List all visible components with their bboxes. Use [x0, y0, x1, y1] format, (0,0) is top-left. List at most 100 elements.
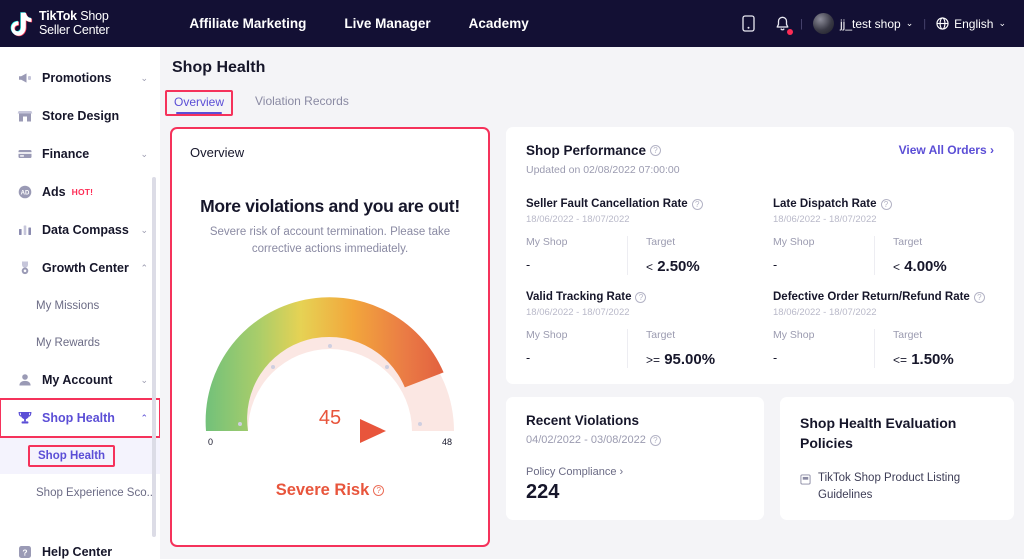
sidebar-item-growth-center[interactable]: Growth Center ⌃ — [0, 249, 160, 287]
metric-name-text: Late Dispatch Rate — [773, 198, 877, 210]
metric-late-dispatch-rate: Late Dispatch Rate? 18/06/2022 - 18/07/2… — [773, 198, 994, 275]
my-shop-value: - — [773, 258, 874, 272]
metric-values: My Shop - Target < 2.50% — [526, 236, 747, 275]
mobile-app-button[interactable] — [732, 15, 765, 32]
my-shop-value: - — [773, 351, 874, 365]
metric-name-text: Seller Fault Cancellation Rate — [526, 198, 688, 210]
shop-name-label: jj_test shop — [840, 17, 901, 31]
sidebar-item-store-design[interactable]: Store Design — [0, 97, 160, 135]
brand-line-2: Seller Center — [39, 24, 109, 38]
sidebar-subitem-my-rewards[interactable]: My Rewards — [0, 324, 160, 361]
my-shop-label: My Shop — [526, 329, 627, 341]
right-column: Shop Performance? Updated on 02/08/2022 … — [506, 127, 1014, 547]
chevron-down-icon: ⌄ — [998, 18, 1006, 29]
metric-name: Late Dispatch Rate? — [773, 198, 994, 210]
main-content: Shop Health Overview Violation Records O… — [160, 47, 1024, 559]
policy-compliance-label: Policy Compliance — [526, 466, 616, 478]
recent-violations-card: Recent Violations 04/02/2022 - 03/08/202… — [506, 397, 764, 520]
target-operator: < — [646, 260, 653, 274]
brand-logo-area[interactable]: TikTok Shop Seller Center — [10, 10, 109, 38]
tab-violation-records[interactable]: Violation Records — [255, 94, 349, 113]
metric-my-shop-col: My Shop - — [526, 329, 627, 368]
shop-performance-card: Shop Performance? Updated on 02/08/2022 … — [506, 127, 1014, 384]
chevron-up-icon: ⌃ — [140, 263, 148, 274]
policy-compliance-link[interactable]: Policy Compliance › — [526, 466, 744, 478]
metric-date-range: 18/06/2022 - 18/07/2022 — [773, 307, 994, 318]
help-icon[interactable]: ? — [692, 199, 703, 210]
metric-target-col: Target < 4.00% — [874, 236, 994, 275]
ad-circle-icon: AD — [16, 184, 33, 201]
shop-performance-title: Shop Performance? — [526, 143, 680, 158]
target-operator: < — [893, 260, 900, 274]
nav-link-academy[interactable]: Academy — [469, 16, 529, 31]
my-shop-label: My Shop — [773, 329, 874, 341]
overview-column: Overview More violations and you are out… — [170, 127, 490, 547]
target-value: >= 95.00% — [646, 351, 747, 368]
metric-target-col: Target < 2.50% — [627, 236, 747, 275]
view-all-orders-label: View All Orders — [899, 143, 987, 157]
metric-date-range: 18/06/2022 - 18/07/2022 — [773, 214, 994, 225]
metric-my-shop-col: My Shop - — [773, 236, 874, 275]
policy-compliance-count: 224 — [526, 481, 744, 504]
help-icon[interactable]: ? — [974, 292, 985, 303]
help-icon[interactable]: ? — [650, 145, 661, 156]
target-value: <= 1.50% — [893, 351, 994, 368]
sidebar-subitem-shop-experience-score[interactable]: Shop Experience Sco... — [0, 474, 160, 511]
help-icon[interactable]: ? — [881, 199, 892, 210]
brand-text: TikTok Shop Seller Center — [39, 10, 109, 38]
tab-overview[interactable]: Overview — [174, 95, 224, 114]
sidebar-subitem-shop-health[interactable]: Shop Health — [0, 437, 160, 474]
metric-values: My Shop - Target < 4.00% — [773, 236, 994, 275]
sidebar-scrollbar[interactable] — [152, 177, 156, 537]
shop-performance-title-text: Shop Performance — [526, 143, 646, 158]
sidebar-item-promotions[interactable]: Promotions ⌄ — [0, 59, 160, 97]
sidebar-item-help-center[interactable]: ? Help Center — [0, 533, 160, 559]
sidebar-subitem-my-missions[interactable]: My Missions — [0, 287, 160, 324]
shop-account-menu[interactable]: jj_test shop ⌄ — [803, 13, 923, 34]
metric-name: Valid Tracking Rate? — [526, 291, 747, 303]
nav-link-affiliate-marketing[interactable]: Affiliate Marketing — [189, 16, 306, 31]
my-shop-value: - — [526, 258, 627, 272]
metric-name: Defective Order Return/Refund Rate? — [773, 291, 994, 303]
notifications-button[interactable] — [765, 16, 800, 32]
svg-text:AD: AD — [20, 191, 29, 197]
target-operator: >= — [646, 353, 660, 367]
store-icon — [16, 108, 33, 125]
mobile-phone-icon — [742, 15, 755, 32]
chevron-right-icon: › — [620, 466, 624, 478]
sidebar-item-data-compass[interactable]: Data Compass ⌄ — [0, 211, 160, 249]
view-all-orders-link[interactable]: View All Orders › — [899, 143, 994, 157]
policies-title: Shop Health Evaluation Policies — [800, 413, 994, 454]
metric-name-text: Defective Order Return/Refund Rate — [773, 291, 970, 303]
sidebar-label: Shop Health — [42, 411, 140, 425]
sidebar-label: Store Design — [42, 109, 148, 123]
shop-health-gauge: 45 0 48 — [190, 285, 470, 453]
help-icon[interactable]: ? — [650, 435, 661, 446]
help-icon[interactable]: ? — [635, 292, 646, 303]
notification-dot — [787, 29, 793, 35]
metric-date-range: 18/06/2022 - 18/07/2022 — [526, 214, 747, 225]
tab-overview-highlight: Overview — [165, 90, 233, 116]
sidebar-item-finance[interactable]: Finance ⌄ — [0, 135, 160, 173]
metric-name: Seller Fault Cancellation Rate? — [526, 198, 747, 210]
metric-my-shop-col: My Shop - — [773, 329, 874, 368]
gauge-value: 45 — [190, 407, 470, 430]
metric-values: My Shop - Target <= 1.50% — [773, 329, 994, 368]
chevron-down-icon: ⌄ — [140, 225, 148, 236]
sidebar-item-ads[interactable]: AD Ads HOT! — [0, 173, 160, 211]
megaphone-icon — [16, 70, 33, 87]
my-shop-value: - — [526, 351, 627, 365]
avatar — [813, 13, 834, 34]
chevron-down-icon: ⌄ — [906, 18, 914, 29]
bar-chart-icon — [16, 222, 33, 239]
recent-violations-title: Recent Violations — [526, 413, 744, 428]
metric-target-col: Target <= 1.50% — [874, 329, 994, 368]
policy-link-label: TikTok Shop Product Listing Guidelines — [818, 470, 994, 505]
shop-performance-title-block: Shop Performance? Updated on 02/08/2022 … — [526, 143, 680, 176]
language-selector[interactable]: English ⌄ — [926, 17, 1016, 31]
sidebar-item-shop-health[interactable]: Shop Health ⌃ — [0, 399, 160, 437]
nav-link-live-manager[interactable]: Live Manager — [344, 16, 430, 31]
policy-link-product-listing-guidelines[interactable]: TikTok Shop Product Listing Guidelines — [800, 470, 994, 505]
sidebar-item-my-account[interactable]: My Account ⌄ — [0, 361, 160, 399]
help-icon[interactable]: ? — [373, 485, 384, 496]
